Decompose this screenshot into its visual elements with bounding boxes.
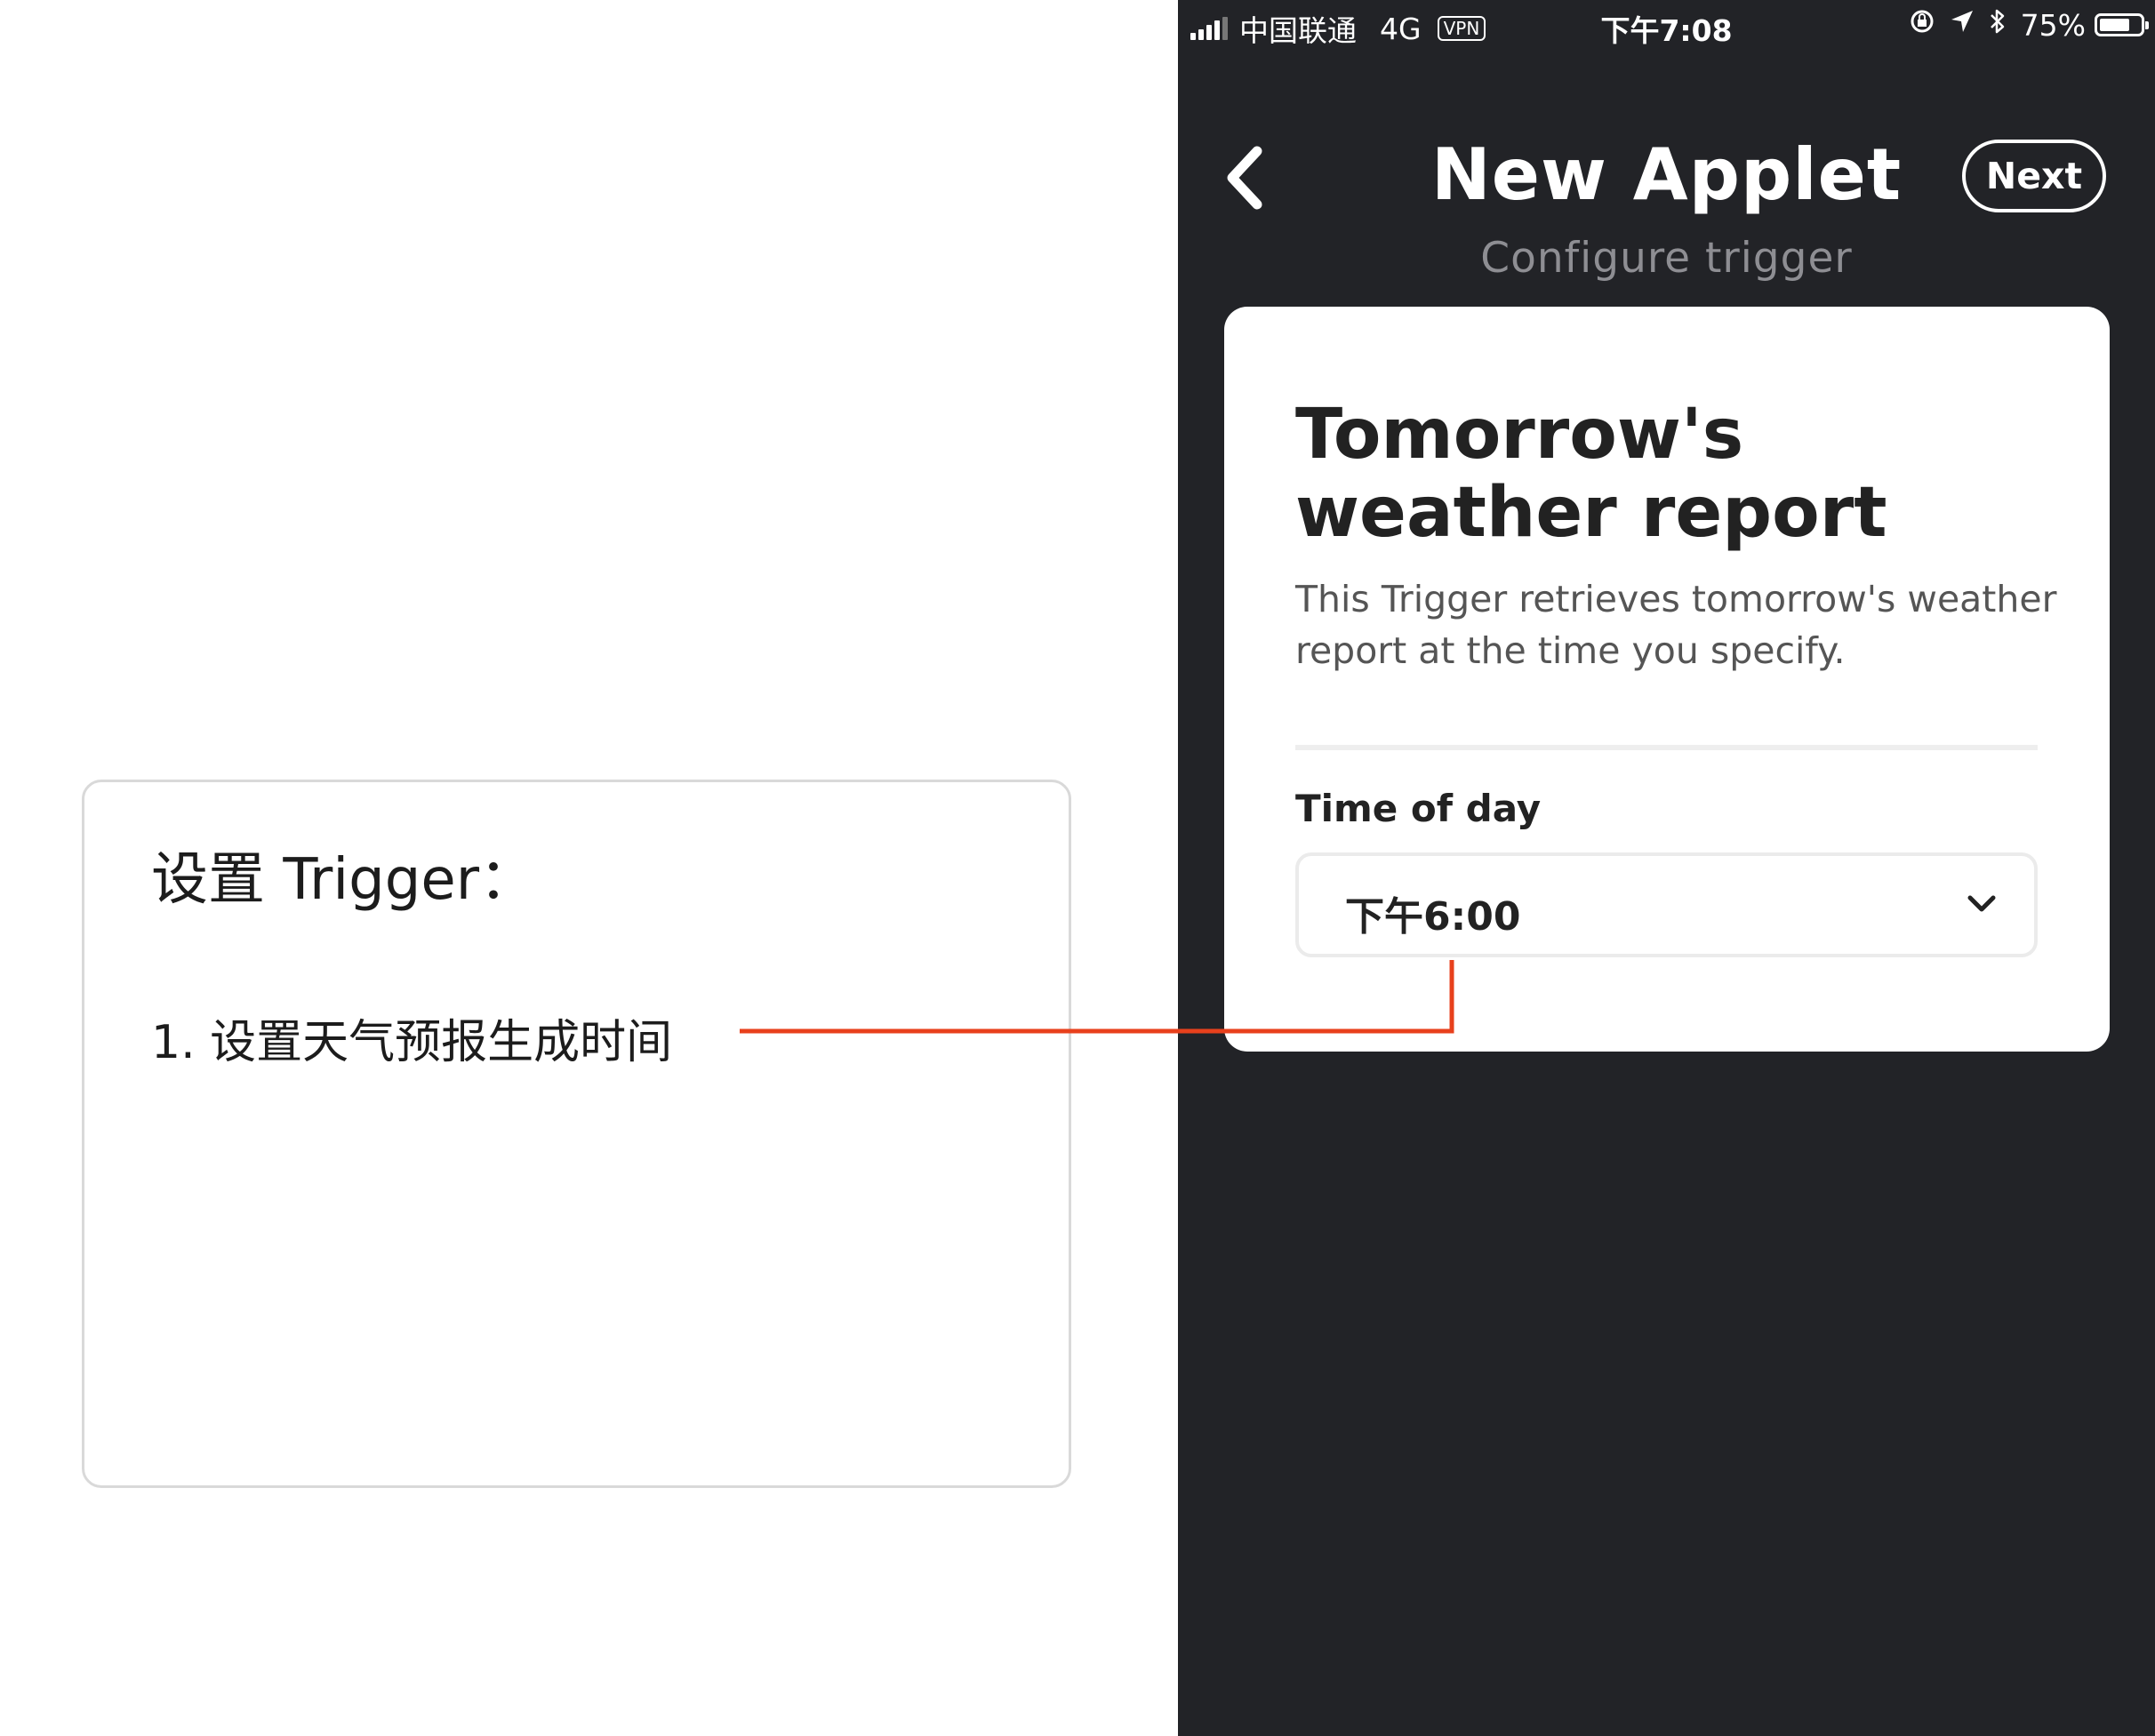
- annotation-step-1: 1. 设置天气预报生成时间: [151, 1016, 673, 1069]
- bluetooth-icon: [1989, 7, 2007, 43]
- battery-icon: [2095, 13, 2149, 36]
- trigger-card: Tomorrow's weather report This Trigger r…: [1224, 307, 2110, 1052]
- page-subtitle: Configure trigger: [1480, 234, 1853, 283]
- annotation-title: 设置 Trigger：: [151, 847, 537, 913]
- time-of-day-select[interactable]: 下午6:00: [1295, 852, 2038, 957]
- trigger-title: Tomorrow's weather report: [1295, 395, 1887, 553]
- next-button[interactable]: Next: [1962, 140, 2106, 212]
- trigger-description: This Trigger retrieves tomorrow's weathe…: [1295, 578, 2057, 672]
- location-arrow-icon: [1950, 9, 1975, 41]
- time-of-day-label: Time of day: [1295, 787, 1542, 830]
- phone-screen: 中国联通 4G VPN 下午7:08 75% New Applet Config…: [1178, 0, 2155, 1736]
- status-bar: 中国联通 4G VPN 下午7:08 75%: [1178, 0, 2155, 50]
- divider: [1295, 745, 2038, 750]
- annotation-panel: 设置 Trigger： 1. 设置天气预报生成时间: [82, 780, 1071, 1488]
- time-of-day-value: 下午6:00: [1345, 894, 1521, 940]
- chevron-down-icon: [1967, 895, 1996, 912]
- orientation-lock-icon: [1909, 8, 1935, 42]
- battery-percent: 75%: [2020, 7, 2086, 43]
